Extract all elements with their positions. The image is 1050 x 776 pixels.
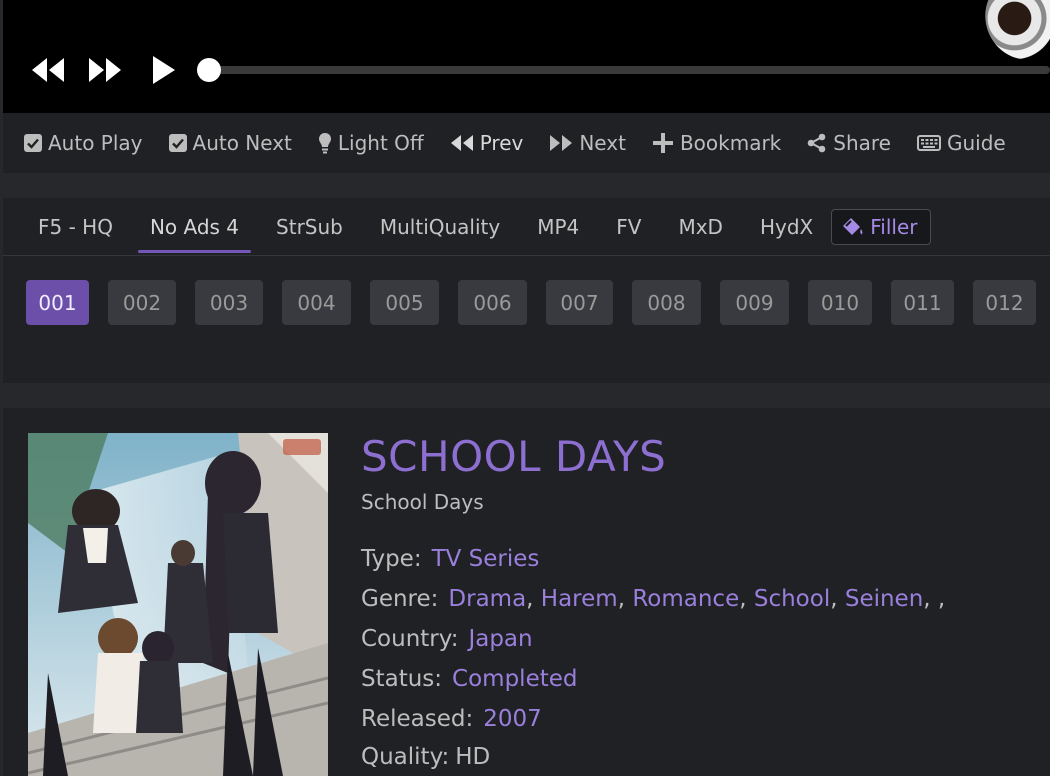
episode-button[interactable]: 005 xyxy=(370,280,439,325)
share-button[interactable]: Share xyxy=(807,131,891,155)
episode-button[interactable]: 007 xyxy=(546,280,613,325)
auto-play-label: Auto Play xyxy=(48,131,143,155)
tab-fv[interactable]: FV xyxy=(604,198,653,256)
episode-button[interactable]: 001 xyxy=(26,280,89,325)
share-icon xyxy=(807,133,827,153)
prev-button[interactable]: Prev xyxy=(450,131,524,155)
server-tabs: F5 - HQ No Ads 4 StrSub MultiQuality MP4… xyxy=(3,198,1050,256)
meta-genre: Genre: Drama, Harem, Romance, School, Sei… xyxy=(361,586,945,612)
country-link[interactable]: Japan xyxy=(468,626,532,652)
episode-button[interactable]: 004 xyxy=(282,280,351,325)
auto-play-toggle[interactable]: Auto Play xyxy=(24,131,143,155)
filler-button[interactable]: Filler xyxy=(831,208,931,245)
auto-next-toggle[interactable]: Auto Next xyxy=(168,131,292,155)
genre-link[interactable]: Drama xyxy=(448,586,526,612)
meta-country: Country: Japan xyxy=(361,626,533,652)
genre-link[interactable]: Harem xyxy=(541,586,618,612)
filler-label: Filler xyxy=(870,214,918,239)
tab-mxd[interactable]: MxD xyxy=(666,198,735,256)
episode-button[interactable]: 010 xyxy=(808,280,872,325)
tab-label: StrSub xyxy=(276,214,343,239)
keyboard-icon xyxy=(916,134,941,152)
fill-bucket-icon xyxy=(840,216,864,238)
anime-alt-title: School Days xyxy=(361,490,484,514)
episode-button[interactable]: 012 xyxy=(973,280,1036,325)
light-off-button[interactable]: Light Off xyxy=(318,131,424,155)
light-off-label: Light Off xyxy=(337,131,424,155)
server-panel: F5 - HQ No Ads 4 StrSub MultiQuality MP4… xyxy=(3,198,1050,383)
type-link[interactable]: TV Series xyxy=(432,546,540,572)
genre-link[interactable]: School xyxy=(754,586,830,612)
video-frame-detail xyxy=(972,0,1050,72)
tab-f5-hq[interactable]: F5 - HQ xyxy=(26,198,125,256)
forward-icon xyxy=(549,134,573,152)
meta-released: Released: 2007 xyxy=(361,706,542,732)
genre-trailing: , , xyxy=(923,586,946,612)
next-label: Next xyxy=(579,131,626,155)
meta-type: Type: TV Series xyxy=(361,546,539,572)
tab-label: HydX xyxy=(759,214,814,239)
quality-value: HD xyxy=(455,744,491,770)
episode-button[interactable]: 011 xyxy=(891,280,954,325)
tab-label: F5 - HQ xyxy=(38,214,113,239)
backward-icon xyxy=(450,134,474,152)
next-button[interactable]: Next xyxy=(549,131,626,155)
bookmark-button[interactable]: Bookmark xyxy=(652,131,781,155)
tab-multiquality[interactable]: MultiQuality xyxy=(368,198,512,256)
separator: , xyxy=(830,586,845,612)
player-options-bar: Auto Play Auto Next Light Off Prev Next xyxy=(3,113,1050,173)
share-label: Share xyxy=(833,131,891,155)
separator: , xyxy=(617,586,633,612)
genre-link[interactable]: Seinen xyxy=(845,586,923,612)
rewind-icon[interactable] xyxy=(30,55,66,85)
released-link[interactable]: 2007 xyxy=(483,706,542,732)
video-player[interactable] xyxy=(3,0,1050,113)
meta-label: Quality: xyxy=(361,744,450,770)
plus-icon xyxy=(652,132,674,154)
tab-hydx[interactable]: HydX xyxy=(748,198,825,256)
tab-strsub[interactable]: StrSub xyxy=(264,198,355,256)
episode-list: 001 002 003 004 005 006 007 008 009 010 … xyxy=(26,280,1036,325)
meta-status: Status: Completed xyxy=(361,666,578,692)
meta-label: Country: xyxy=(361,626,459,652)
tab-label: MP4 xyxy=(537,214,580,239)
episode-button[interactable]: 002 xyxy=(108,280,176,325)
separator: , xyxy=(526,586,541,612)
tab-mp4[interactable]: MP4 xyxy=(525,198,591,256)
tab-no-ads-4[interactable]: No Ads 4 xyxy=(137,198,252,256)
checkbox-checked-icon xyxy=(24,134,42,152)
tab-label: MultiQuality xyxy=(379,214,501,239)
episode-button[interactable]: 003 xyxy=(195,280,263,325)
meta-label: Type: xyxy=(361,546,422,572)
guide-label: Guide xyxy=(946,131,1006,155)
auto-next-label: Auto Next xyxy=(192,131,292,155)
watch-page: Auto Play Auto Next Light Off Prev Next xyxy=(0,0,1050,776)
fast-forward-icon[interactable] xyxy=(87,55,123,85)
guide-button[interactable]: Guide xyxy=(916,131,1006,155)
tab-label: No Ads 4 xyxy=(149,214,240,239)
checkbox-checked-icon xyxy=(168,134,187,152)
bookmark-label: Bookmark xyxy=(679,131,782,155)
meta-label: Status: xyxy=(361,666,443,692)
episode-button[interactable]: 006 xyxy=(458,280,527,325)
anime-info-panel: SCHOOL DAYS School Days Type: TV Series G… xyxy=(3,408,1050,776)
seek-handle[interactable] xyxy=(197,58,221,82)
tab-label: FV xyxy=(616,214,642,239)
play-icon[interactable] xyxy=(149,55,177,85)
prev-label: Prev xyxy=(479,131,524,155)
anime-title: SCHOOL DAYS xyxy=(361,432,667,481)
tab-label: MxD xyxy=(678,214,723,239)
anime-poster xyxy=(28,433,328,776)
episode-button[interactable]: 008 xyxy=(632,280,701,325)
genre-link[interactable]: Romance xyxy=(632,586,739,612)
separator: , xyxy=(739,586,754,612)
meta-label: Genre: xyxy=(361,586,439,612)
episode-button[interactable]: 009 xyxy=(720,280,789,325)
lightbulb-icon xyxy=(318,132,332,154)
status-link[interactable]: Completed xyxy=(452,666,577,692)
seek-bar[interactable] xyxy=(206,66,1050,74)
meta-label: Released: xyxy=(361,706,474,732)
meta-quality: Quality: HD xyxy=(361,744,490,770)
